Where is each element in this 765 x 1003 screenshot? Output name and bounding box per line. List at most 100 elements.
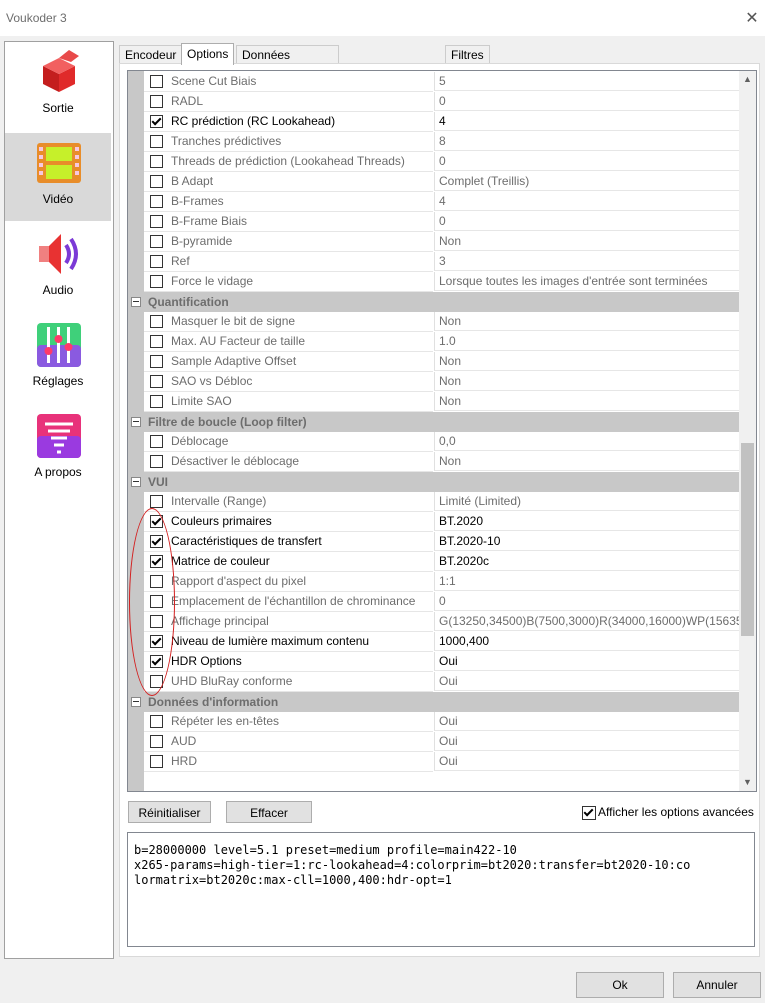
property-value[interactable]: Oui — [434, 672, 739, 691]
reset-button[interactable]: Réinitialiser — [128, 801, 211, 823]
property-row[interactable]: UHD BluRay conforme Oui — [128, 672, 739, 692]
property-value[interactable]: Oui — [434, 732, 739, 751]
property-value[interactable]: Oui — [434, 652, 739, 671]
property-value[interactable]: Lorsque toutes les images d'entrée sont … — [434, 272, 739, 291]
property-row[interactable]: Caractéristiques de transfert BT.2020-10 — [128, 532, 739, 552]
property-row[interactable]: Sample Adaptive Offset Non — [128, 352, 739, 372]
property-row[interactable]: Emplacement de l'échantillon de chromina… — [128, 592, 739, 612]
collapse-icon[interactable] — [131, 697, 141, 707]
property-value[interactable]: Complet (Treillis) — [434, 172, 739, 191]
property-row[interactable]: HDR Options Oui — [128, 652, 739, 672]
property-value[interactable]: Non — [434, 232, 739, 251]
property-checkbox[interactable] — [150, 495, 163, 508]
property-value[interactable]: 0 — [434, 92, 739, 111]
property-checkbox[interactable] — [150, 395, 163, 408]
property-row[interactable]: Affichage principal G(13250,34500)B(7500,… — [128, 612, 739, 632]
collapse-icon[interactable] — [131, 297, 141, 307]
property-checkbox[interactable] — [150, 95, 163, 108]
property-value[interactable]: 1000,400 — [434, 632, 739, 651]
property-row[interactable]: Max. AU Facteur de taille 1.0 — [128, 332, 739, 352]
property-row[interactable]: HRD Oui — [128, 752, 739, 772]
property-checkbox[interactable] — [150, 275, 163, 288]
vertical-scrollbar[interactable]: ▲ ▼ — [739, 71, 756, 791]
sidebar-item-sortie[interactable]: Sortie — [5, 42, 111, 130]
property-value[interactable]: 4 — [434, 112, 739, 131]
property-value[interactable]: 8 — [434, 132, 739, 151]
property-checkbox[interactable] — [150, 335, 163, 348]
property-value[interactable]: BT.2020c — [434, 552, 739, 571]
category-row[interactable]: Quantification — [128, 292, 739, 312]
property-value[interactable]: Oui — [434, 712, 739, 731]
property-value[interactable]: BT.2020-10 — [434, 532, 739, 551]
property-row[interactable]: AUD Oui — [128, 732, 739, 752]
property-row[interactable]: Masquer le bit de signe Non — [128, 312, 739, 332]
property-checkbox[interactable] — [150, 435, 163, 448]
property-checkbox[interactable] — [150, 735, 163, 748]
property-row[interactable]: Scene Cut Biais 5 — [128, 72, 739, 92]
property-checkbox[interactable] — [150, 215, 163, 228]
command-line-output[interactable]: b=28000000 level=5.1 preset=medium profi… — [127, 832, 755, 947]
scrollbar-thumb[interactable] — [741, 442, 754, 636]
property-value[interactable]: 0 — [434, 592, 739, 611]
property-value[interactable]: BT.2020 — [434, 512, 739, 531]
property-checkbox[interactable] — [150, 175, 163, 188]
property-value[interactable]: Oui — [434, 752, 739, 771]
property-value[interactable]: Non — [434, 352, 739, 371]
property-checkbox[interactable] — [150, 135, 163, 148]
property-value[interactable]: Non — [434, 372, 739, 391]
category-row[interactable]: Filtre de boucle (Loop filter) — [128, 412, 739, 432]
property-row[interactable]: Matrice de couleur BT.2020c — [128, 552, 739, 572]
property-row[interactable]: Force le vidage Lorsque toutes les images… — [128, 272, 739, 292]
sidebar-item-video[interactable]: Vidéo — [5, 133, 111, 221]
property-row[interactable]: Niveau de lumière maximum contenu 1000,40… — [128, 632, 739, 652]
property-value[interactable]: 4 — [434, 192, 739, 211]
property-value[interactable]: 0 — [434, 152, 739, 171]
property-checkbox[interactable] — [150, 115, 163, 128]
property-checkbox[interactable] — [150, 235, 163, 248]
close-icon[interactable]: ✕ — [739, 6, 765, 32]
property-row[interactable]: Déblocage 0,0 — [128, 432, 739, 452]
tab-filtres[interactable]: Filtres — [445, 45, 490, 64]
property-row[interactable]: Threads de prédiction (Lookahead Threads… — [128, 152, 739, 172]
property-value[interactable]: Limité (Limited) — [434, 492, 739, 511]
property-row[interactable]: B-pyramide Non — [128, 232, 739, 252]
collapse-icon[interactable] — [131, 477, 141, 487]
collapse-icon[interactable] — [131, 417, 141, 427]
property-row[interactable]: Intervalle (Range) Limité (Limited) — [128, 492, 739, 512]
property-value[interactable]: 1.0 — [434, 332, 739, 351]
property-row[interactable]: Limite SAO Non — [128, 392, 739, 412]
property-row[interactable]: Ref 3 — [128, 252, 739, 272]
property-checkbox[interactable] — [150, 255, 163, 268]
property-row[interactable]: Rapport d'aspect du pixel 1:1 — [128, 572, 739, 592]
property-value[interactable]: 0 — [434, 212, 739, 231]
property-value[interactable]: Non — [434, 312, 739, 331]
property-row[interactable]: B Adapt Complet (Treillis) — [128, 172, 739, 192]
property-checkbox[interactable] — [150, 315, 163, 328]
property-value[interactable]: 0,0 — [434, 432, 739, 451]
tab-donnees-complementaires[interactable]: Données complémentaires du format — [236, 45, 340, 98]
sidebar-item-audio[interactable]: Audio — [5, 224, 111, 312]
property-row[interactable]: Couleurs primaires BT.2020 — [128, 512, 739, 532]
checkbox-checked-icon[interactable] — [582, 806, 596, 820]
property-checkbox[interactable] — [150, 755, 163, 768]
property-value[interactable]: 5 — [434, 72, 739, 91]
property-row[interactable]: B-Frame Biais 0 — [128, 212, 739, 232]
scroll-down-icon[interactable]: ▼ — [739, 774, 756, 791]
tab-encodeur[interactable]: Encodeur — [119, 45, 183, 64]
tab-options[interactable]: Options — [181, 43, 235, 65]
property-value[interactable]: G(13250,34500)B(7500,3000)R(34000,16000)… — [434, 612, 739, 631]
property-checkbox[interactable] — [150, 455, 163, 468]
property-row[interactable]: B-Frames 4 — [128, 192, 739, 212]
property-value[interactable]: 3 — [434, 252, 739, 271]
property-checkbox[interactable] — [150, 375, 163, 388]
property-value[interactable]: Non — [434, 392, 739, 411]
property-checkbox[interactable] — [150, 75, 163, 88]
sidebar-item-reglages[interactable]: Réglages — [5, 315, 111, 403]
category-row[interactable]: VUI — [128, 472, 739, 492]
property-value[interactable]: Non — [434, 452, 739, 471]
sidebar-item-a-propos[interactable]: A propos — [5, 406, 111, 494]
property-value[interactable]: 1:1 — [434, 572, 739, 591]
category-row[interactable]: Données d'information — [128, 692, 739, 712]
property-row[interactable]: SAO vs Débloc Non — [128, 372, 739, 392]
property-row[interactable]: RC prédiction (RC Lookahead) 4 — [128, 112, 739, 132]
